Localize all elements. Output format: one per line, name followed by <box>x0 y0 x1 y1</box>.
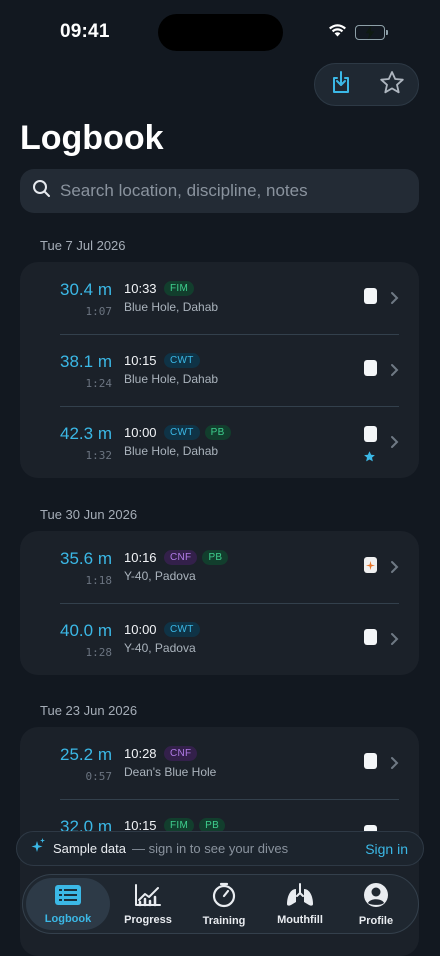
tag-cwt: CWT <box>164 425 200 440</box>
dive-duration: 1:07 <box>85 305 113 318</box>
dive-location: Blue Hole, Dahab <box>124 372 219 386</box>
dive-thumbnail <box>364 288 377 304</box>
tab-bar: Logbook Progress Training Mouthfill Prof… <box>22 874 419 934</box>
chart-icon <box>134 883 162 912</box>
person-icon <box>363 882 389 913</box>
search-input[interactable] <box>60 181 400 201</box>
tag-cwt: CWT <box>164 353 200 368</box>
dive-location: Y-40, Padova <box>124 569 196 583</box>
dive-duration: 1:28 <box>85 646 113 659</box>
logbook-icon <box>54 884 82 911</box>
dive-location: Dean's Blue Hole <box>124 765 217 779</box>
dive-thumbnail <box>364 753 377 769</box>
dive-duration: 1:18 <box>85 574 113 587</box>
dive-row[interactable]: 30.4 m 1:07 10:33 FIM Blue Hole, Dahab <box>20 262 419 334</box>
dive-location: Blue Hole, Dahab <box>124 444 219 458</box>
dive-depth: 40.0 m <box>60 621 112 640</box>
dive-duration: 1:32 <box>85 449 113 462</box>
tab-training[interactable]: Training <box>186 878 262 930</box>
dive-duration: 1:24 <box>85 377 113 390</box>
search-bar[interactable] <box>20 169 419 213</box>
dive-time: 10:00 <box>124 425 157 440</box>
sign-in-link[interactable]: Sign in <box>365 841 408 857</box>
section-date: Tue 7 Jul 2026 <box>40 238 126 253</box>
banner-label: Sample data <box>53 841 126 856</box>
starred-icon <box>363 450 376 468</box>
page-title: Logbook <box>20 119 164 157</box>
tag-cwt: CWT <box>164 622 200 637</box>
sun-thumbnail-icon <box>364 557 377 573</box>
dive-thumbnail <box>364 360 377 376</box>
section-date: Tue 23 Jun 2026 <box>40 703 138 718</box>
dive-group-card: 35.6 m 1:18 10:16 CNF PB Y-40, Padova 40… <box>20 531 419 675</box>
status-indicators <box>328 23 388 42</box>
dive-depth: 42.3 m <box>60 424 112 443</box>
dive-thumbnail <box>364 629 377 645</box>
tag-cnf: CNF <box>164 550 198 565</box>
dive-thumbnail <box>364 426 377 442</box>
dive-depth: 35.6 m <box>60 549 112 568</box>
star-icon <box>379 70 405 100</box>
tab-logbook[interactable]: Logbook <box>26 878 110 930</box>
search-icon <box>32 179 51 203</box>
dive-row[interactable]: 25.2 m 0:57 10:28 CNF Dean's Blue Hole <box>20 727 419 799</box>
tab-progress[interactable]: Progress <box>110 878 186 930</box>
dive-location: Blue Hole, Dahab <box>124 300 219 314</box>
favorites-button[interactable] <box>372 65 412 105</box>
banner-subtext: — sign in to see your dives <box>132 841 289 856</box>
sample-data-banner: Sample data — sign in to see your dives … <box>16 831 424 866</box>
dive-time: 10:28 <box>124 746 157 761</box>
tab-label: Progress <box>124 913 172 926</box>
section-date: Tue 30 Jun 2026 <box>40 507 138 522</box>
dive-time: 10:15 <box>124 353 157 368</box>
chevron-right-icon <box>390 291 399 310</box>
lungs-icon <box>285 882 315 912</box>
status-time: 09:41 <box>60 21 110 42</box>
dive-time: 10:00 <box>124 622 157 637</box>
tag-pb: PB <box>204 425 231 440</box>
dive-row[interactable]: 35.6 m 1:18 10:16 CNF PB Y-40, Padova <box>20 531 419 603</box>
tab-label: Logbook <box>44 912 92 925</box>
dive-depth: 30.4 m <box>60 280 112 299</box>
tab-label: Profile <box>358 914 394 927</box>
dive-tags: FIM <box>164 281 195 296</box>
sparkle-icon <box>31 838 45 859</box>
tag-fim: FIM <box>164 281 195 296</box>
header-actions <box>314 63 419 106</box>
dive-group-card: 30.4 m 1:07 10:33 FIM Blue Hole, Dahab 3… <box>20 262 419 478</box>
chevron-right-icon <box>390 435 399 454</box>
chevron-right-icon <box>390 632 399 651</box>
tag-pb: PB <box>202 550 229 565</box>
dive-duration: 0:57 <box>85 770 113 783</box>
timer-icon <box>211 882 237 913</box>
tab-mouthfill[interactable]: Mouthfill <box>262 878 338 930</box>
tab-label: Mouthfill <box>277 913 323 926</box>
import-button[interactable] <box>321 65 361 105</box>
dive-depth: 38.1 m <box>60 352 112 371</box>
status-bar: 09:41 <box>0 0 440 62</box>
dive-tags: CWT <box>164 622 200 637</box>
tab-profile[interactable]: Profile <box>338 878 414 930</box>
dive-row[interactable]: 40.0 m 1:28 10:00 CWT Y-40, Padova <box>20 603 419 675</box>
chevron-right-icon <box>390 756 399 775</box>
tab-label: Training <box>202 914 246 927</box>
battery-icon <box>355 25 388 40</box>
dive-tags: CWT <box>164 353 200 368</box>
dive-row[interactable]: 42.3 m 1:32 10:00 CWT PB Blue Hole, Daha… <box>20 406 419 478</box>
dive-depth: 25.2 m <box>60 745 112 764</box>
chevron-right-icon <box>390 560 399 579</box>
dive-tags: CNF PB <box>164 550 229 565</box>
dive-row[interactable]: 38.1 m 1:24 10:15 CWT Blue Hole, Dahab <box>20 334 419 406</box>
dive-location: Y-40, Padova <box>124 641 196 655</box>
import-icon <box>330 70 352 99</box>
tag-cnf: CNF <box>164 746 198 761</box>
dive-tags: CWT PB <box>164 425 231 440</box>
chevron-right-icon <box>390 363 399 382</box>
dive-time: 10:33 <box>124 281 157 296</box>
dive-time: 10:16 <box>124 550 157 565</box>
dynamic-island <box>158 14 283 51</box>
dive-tags: CNF <box>164 746 198 761</box>
wifi-icon <box>328 23 347 42</box>
